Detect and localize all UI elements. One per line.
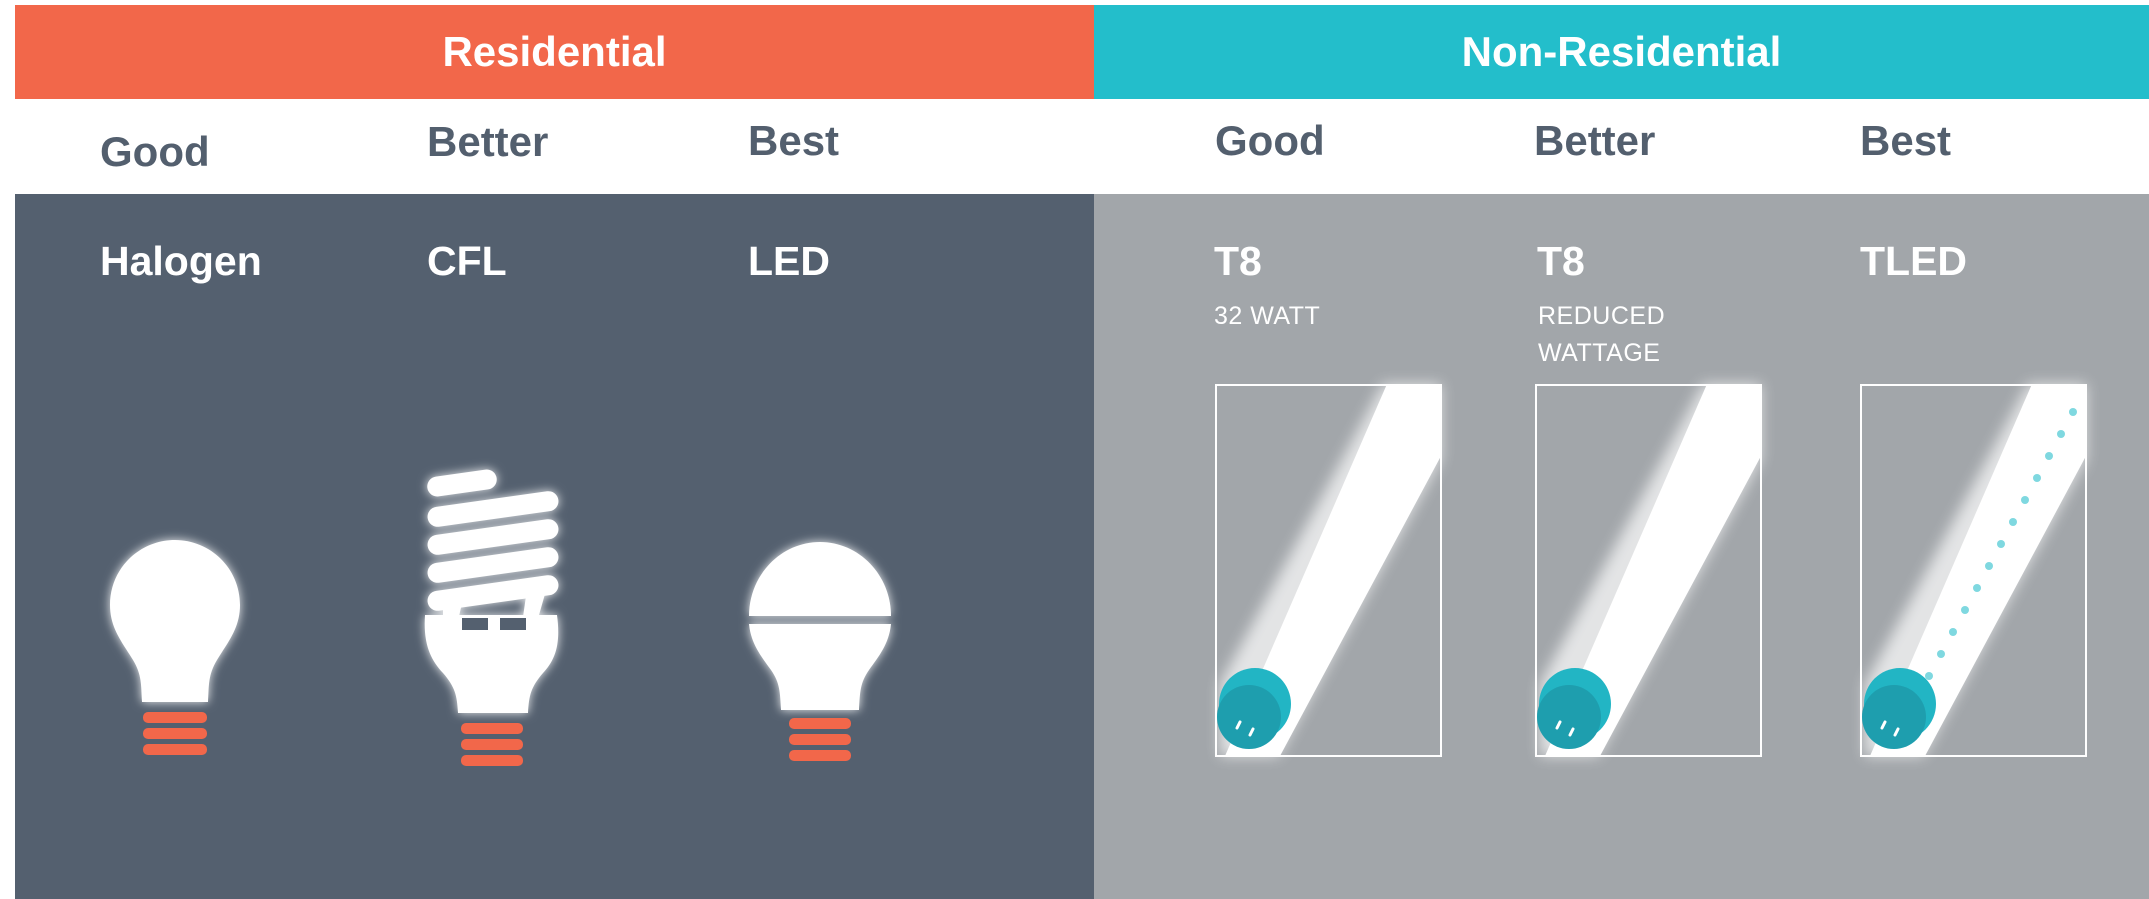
wattage-note: REDUCED WATTAGE bbox=[1538, 298, 1665, 372]
residential-heading: Residential bbox=[442, 28, 667, 75]
residential-banner: Residential bbox=[15, 5, 1094, 99]
wattage-note-line: 32 WATT bbox=[1214, 302, 1321, 330]
tier-label-better: Better bbox=[1534, 117, 1656, 164]
halogen-bulb-icon bbox=[110, 540, 240, 755]
non-residential-heading: Non-Residential bbox=[1461, 28, 1782, 75]
type-label-t8: T8 bbox=[1537, 238, 1585, 284]
tled-tube-icon bbox=[1860, 384, 2087, 757]
tier-label-best: Best bbox=[1860, 117, 1952, 164]
tier-label-good: Good bbox=[1215, 117, 1325, 164]
tier-label-good: Good bbox=[100, 128, 210, 175]
led-bulb-icon bbox=[749, 542, 891, 761]
tier-label-best: Best bbox=[748, 117, 840, 164]
type-label-cfl: CFL bbox=[427, 238, 507, 284]
t8-tube-icon bbox=[1215, 384, 1442, 757]
non-residential-banner: Non-Residential bbox=[1094, 5, 2149, 99]
type-label-led: LED bbox=[748, 238, 830, 284]
cfl-bulb-icon bbox=[424, 469, 559, 766]
type-label-t8: T8 bbox=[1214, 238, 1262, 284]
wattage-note-line: WATTAGE bbox=[1538, 339, 1661, 367]
wattage-note: 32 WATT bbox=[1214, 298, 1320, 335]
type-label-tled: TLED bbox=[1860, 238, 1968, 284]
tier-label-better: Better bbox=[427, 118, 549, 165]
t8-reduced-tube-icon bbox=[1535, 384, 1762, 757]
type-label-halogen: Halogen bbox=[100, 238, 262, 284]
wattage-note-line: REDUCED bbox=[1538, 302, 1666, 330]
